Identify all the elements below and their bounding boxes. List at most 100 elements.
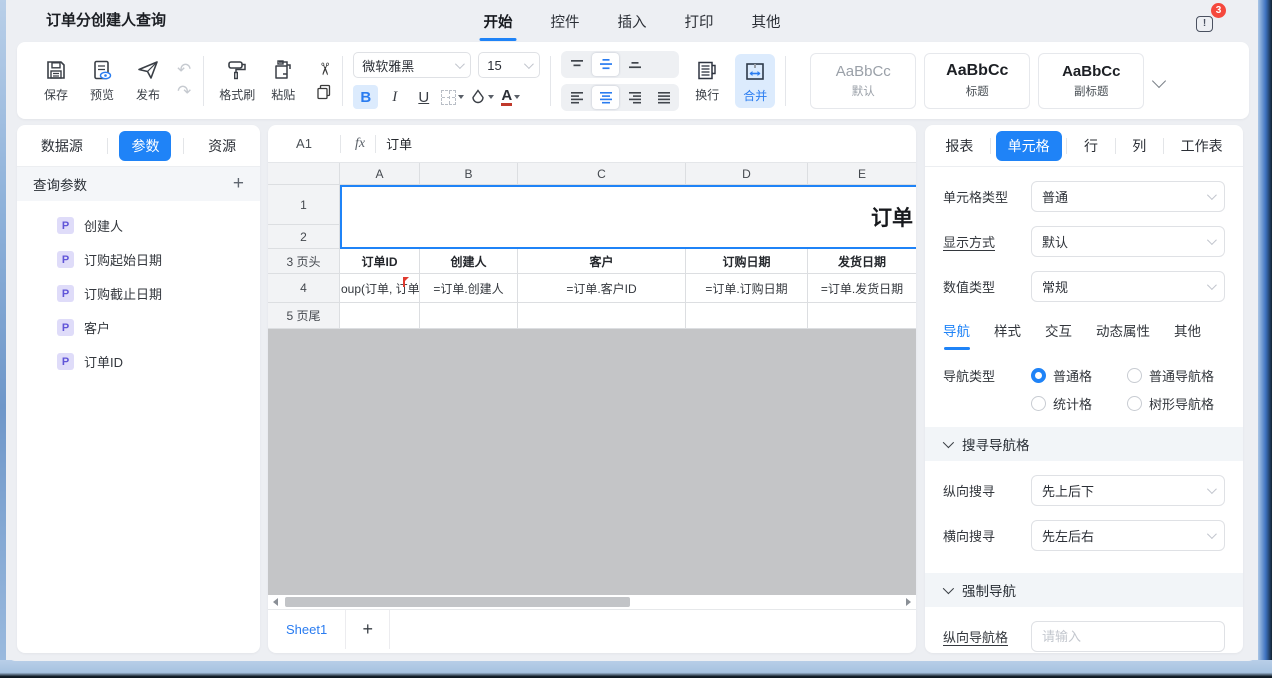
parameter-item[interactable]: P 客户 xyxy=(57,317,260,338)
save-button[interactable]: 保存 xyxy=(33,58,79,103)
font-size-select[interactable]: 15 xyxy=(478,52,540,78)
subtab-dynamic-props[interactable]: 动态属性 xyxy=(1096,320,1150,350)
grid-cell[interactable] xyxy=(420,303,518,329)
parameter-item[interactable]: P 订购截止日期 xyxy=(57,283,260,304)
scroll-left-icon[interactable] xyxy=(273,598,278,606)
menu-tab-others[interactable]: 其他 xyxy=(750,11,783,32)
notification-button[interactable]: ! 3 xyxy=(1196,9,1220,33)
grid-cell[interactable]: =订单.发货日期 xyxy=(808,274,916,303)
expand-presets-chevron-icon[interactable] xyxy=(1152,73,1166,87)
row-header[interactable]: 3 页头 xyxy=(268,249,340,274)
align-middle-button[interactable] xyxy=(592,53,619,76)
column-header[interactable]: E xyxy=(808,163,916,185)
parameter-item[interactable]: P 订单ID xyxy=(57,351,260,372)
fill-color-button[interactable] xyxy=(469,85,494,109)
cell-type-select[interactable]: 普通 xyxy=(1031,181,1225,212)
align-top-button[interactable] xyxy=(563,53,590,76)
menu-tab-widgets[interactable]: 控件 xyxy=(549,11,582,32)
merged-title-cell[interactable]: 订单 xyxy=(340,185,916,249)
parameter-item[interactable]: P 订购起始日期 xyxy=(57,249,260,270)
scrollbar-thumb[interactable] xyxy=(285,597,630,607)
menu-tab-home[interactable]: 开始 xyxy=(482,11,515,32)
wrap-text-button[interactable]: 换行 xyxy=(695,59,719,103)
preview-button[interactable]: 预览 xyxy=(79,58,125,103)
display-mode-select[interactable]: 默认 xyxy=(1031,226,1225,257)
row-header[interactable]: 5 页尾 xyxy=(268,303,340,329)
grid-cell[interactable] xyxy=(340,303,420,329)
vertical-nav-cell-input[interactable] xyxy=(1042,629,1214,644)
tab-worksheet[interactable]: 工作表 xyxy=(1169,131,1235,161)
menu-tab-print[interactable]: 打印 xyxy=(683,11,716,32)
grid-cell[interactable]: =订单.客户ID xyxy=(518,274,686,303)
bold-button[interactable]: B xyxy=(353,85,378,109)
align-right-button[interactable] xyxy=(621,86,648,109)
grid-cell[interactable]: =订单.创建人 xyxy=(420,274,518,303)
grid-cell[interactable]: 客户 xyxy=(518,249,686,274)
subtab-interaction[interactable]: 交互 xyxy=(1045,320,1072,350)
copy-icon[interactable] xyxy=(316,84,332,100)
cell-reference-box[interactable]: A1 xyxy=(268,136,340,151)
grid-cell[interactable]: 创建人 xyxy=(420,249,518,274)
grid-cell[interactable]: 订购日期 xyxy=(686,249,808,274)
radio-tree-nav-cell[interactable]: 树形导航格 xyxy=(1127,394,1225,413)
grid-cell[interactable]: =订单.订购日期 xyxy=(686,274,808,303)
tab-report[interactable]: 报表 xyxy=(933,131,985,161)
subtab-others[interactable]: 其他 xyxy=(1174,320,1201,350)
subtab-navigation[interactable]: 导航 xyxy=(943,320,970,350)
vertical-search-select[interactable]: 先上后下 xyxy=(1031,475,1225,506)
tab-datasource[interactable]: 数据源 xyxy=(29,131,95,161)
italic-button[interactable]: I xyxy=(382,85,407,109)
align-justify-button[interactable] xyxy=(650,86,677,109)
column-header[interactable]: A xyxy=(340,163,420,185)
format-painter-button[interactable]: 格式刷 xyxy=(214,58,260,103)
grid-cell[interactable]: 发货日期 xyxy=(808,249,916,274)
radio-normal-cell[interactable]: 普通格 xyxy=(1031,366,1127,385)
horizontal-search-select[interactable]: 先左后右 xyxy=(1031,520,1225,551)
value-type-select[interactable]: 常规 xyxy=(1031,271,1225,302)
align-bottom-button[interactable] xyxy=(621,53,648,76)
tab-parameters[interactable]: 参数 xyxy=(119,131,171,161)
column-header[interactable]: C xyxy=(518,163,686,185)
grid-cell[interactable] xyxy=(808,303,916,329)
undo-icon[interactable]: ↶ xyxy=(177,63,191,77)
font-color-button[interactable]: A xyxy=(498,85,523,109)
style-preset-title[interactable]: AaBbCc 标题 xyxy=(924,53,1030,109)
cut-icon[interactable]: ✂ xyxy=(316,62,332,76)
align-left-button[interactable] xyxy=(563,86,590,109)
grid-cell[interactable]: 订单ID xyxy=(340,249,420,274)
style-preset-default[interactable]: AaBbCc 默认 xyxy=(810,53,916,109)
sheet-tab[interactable]: Sheet1 xyxy=(268,610,346,649)
style-preset-subtitle[interactable]: AaBbCc 副标题 xyxy=(1038,53,1144,109)
merge-cells-button[interactable]: 合并 xyxy=(735,54,775,108)
row-header[interactable]: 2 xyxy=(268,225,340,249)
tab-resources[interactable]: 资源 xyxy=(196,131,248,161)
redo-icon[interactable]: ↷ xyxy=(177,85,191,99)
publish-button[interactable]: 发布 xyxy=(125,58,171,103)
font-family-select[interactable]: 微软雅黑 xyxy=(353,52,471,78)
horizontal-scrollbar[interactable] xyxy=(268,595,916,609)
radio-stat-cell[interactable]: 统计格 xyxy=(1031,394,1127,413)
search-nav-section-header[interactable]: 搜寻导航格 xyxy=(925,427,1243,461)
column-header[interactable]: B xyxy=(420,163,518,185)
column-header[interactable]: D xyxy=(686,163,808,185)
radio-normal-nav-cell[interactable]: 普通导航格 xyxy=(1127,366,1225,385)
add-parameter-button[interactable]: + xyxy=(233,175,244,193)
spreadsheet-grid[interactable]: A B C D E 1 2 订单 3 页头 订单ID 创建人 客户 订购日期 发… xyxy=(268,163,916,595)
row-header[interactable]: 4 xyxy=(268,274,340,303)
grid-cell[interactable]: oup(订单, 订单 xyxy=(340,274,420,303)
menu-tab-insert[interactable]: 插入 xyxy=(616,11,649,32)
formula-input[interactable]: 订单 xyxy=(386,134,412,153)
grid-cell[interactable] xyxy=(518,303,686,329)
tab-column[interactable]: 列 xyxy=(1120,131,1158,161)
row-header[interactable]: 1 xyxy=(268,185,340,225)
corner-cell[interactable] xyxy=(268,163,340,185)
align-center-button[interactable] xyxy=(592,86,619,109)
add-sheet-button[interactable]: + xyxy=(346,610,390,649)
parameter-item[interactable]: P 创建人 xyxy=(57,215,260,236)
paste-button[interactable]: 粘贴 xyxy=(260,58,306,103)
tab-row[interactable]: 行 xyxy=(1072,131,1110,161)
underline-button[interactable]: U xyxy=(411,85,436,109)
borders-button[interactable] xyxy=(440,85,465,109)
tab-cell[interactable]: 单元格 xyxy=(996,131,1062,161)
scroll-right-icon[interactable] xyxy=(906,598,911,606)
